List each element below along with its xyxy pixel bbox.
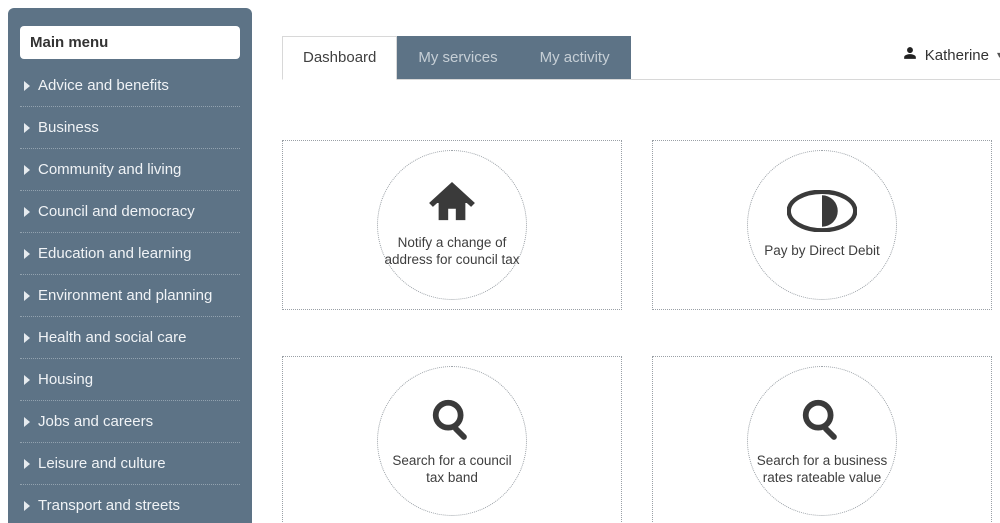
chevron-right-icon — [22, 459, 32, 469]
chevron-right-icon — [22, 501, 32, 511]
sidebar-item-label: Leisure and culture — [38, 455, 166, 472]
sidebar-item-council-and-democracy[interactable]: Council and democracy — [20, 191, 240, 233]
tab-my-activity[interactable]: My activity — [519, 36, 631, 79]
tile-label: Search for a business rates rateable val… — [754, 453, 890, 487]
search-icon — [429, 396, 475, 447]
sidebar-item-label: Housing — [38, 371, 93, 388]
sidebar-item-label: Advice and benefits — [38, 77, 169, 94]
sidebar-item-community-and-living[interactable]: Community and living — [20, 149, 240, 191]
sidebar-item-jobs-and-careers[interactable]: Jobs and careers — [20, 401, 240, 443]
dashboard-tiles: Notify a change of address for council t… — [282, 140, 1000, 523]
chevron-right-icon — [22, 81, 32, 91]
tile-label: Notify a change of address for council t… — [384, 235, 520, 269]
tile-circle: Notify a change of address for council t… — [377, 150, 527, 300]
tab-dashboard[interactable]: Dashboard — [282, 36, 397, 80]
sidebar-item-health-and-social-care[interactable]: Health and social care — [20, 317, 240, 359]
chevron-right-icon — [22, 207, 32, 217]
chevron-right-icon — [22, 333, 32, 343]
sidebar-item-housing[interactable]: Housing — [20, 359, 240, 401]
sidebar-item-leisure-and-culture[interactable]: Leisure and culture — [20, 443, 240, 485]
sidebar: Main menu Advice and benefits Business C… — [8, 8, 252, 523]
sidebar-item-label: Education and learning — [38, 245, 191, 262]
tab-bar: Dashboard My services My activity Kather… — [282, 36, 1000, 80]
sidebar-item-business[interactable]: Business — [20, 107, 240, 149]
tab-my-services[interactable]: My services — [397, 36, 518, 79]
tile-search-business-rates[interactable]: Search for a business rates rateable val… — [652, 356, 992, 523]
chevron-right-icon — [22, 375, 32, 385]
main-menu-heading: Main menu — [20, 26, 240, 59]
user-name: Katherine — [925, 47, 989, 64]
tile-search-council-tax-band[interactable]: Search for a council tax band — [282, 356, 622, 523]
chevron-right-icon — [22, 165, 32, 175]
user-icon — [903, 46, 917, 64]
sidebar-item-label: Transport and streets — [38, 497, 180, 514]
tile-circle: Search for a business rates rateable val… — [747, 366, 897, 516]
sidebar-item-label: Environment and planning — [38, 287, 212, 304]
user-menu[interactable]: Katherine ▾ — [903, 46, 1000, 64]
sidebar-item-education-and-learning[interactable]: Education and learning — [20, 233, 240, 275]
tile-label: Pay by Direct Debit — [764, 243, 880, 260]
search-icon — [799, 396, 845, 447]
chevron-right-icon — [22, 417, 32, 427]
main-content: Dashboard My services My activity Kather… — [252, 0, 1000, 523]
sidebar-item-label: Business — [38, 119, 99, 136]
sidebar-item-label: Health and social care — [38, 329, 186, 346]
direct-debit-icon — [787, 190, 857, 237]
sidebar-item-advice-and-benefits[interactable]: Advice and benefits — [20, 65, 240, 107]
tile-circle: Search for a council tax band — [377, 366, 527, 516]
chevron-right-icon — [22, 249, 32, 259]
tile-label: Search for a council tax band — [384, 453, 520, 487]
sidebar-item-label: Council and democracy — [38, 203, 195, 220]
sidebar-item-label: Community and living — [38, 161, 181, 178]
chevron-right-icon — [22, 291, 32, 301]
sidebar-item-label: Jobs and careers — [38, 413, 153, 430]
sidebar-item-environment-and-planning[interactable]: Environment and planning — [20, 275, 240, 317]
house-icon — [429, 182, 475, 229]
chevron-right-icon — [22, 123, 32, 133]
tile-circle: Pay by Direct Debit — [747, 150, 897, 300]
tile-notify-change-of-address[interactable]: Notify a change of address for council t… — [282, 140, 622, 310]
tile-pay-by-direct-debit[interactable]: Pay by Direct Debit — [652, 140, 992, 310]
sidebar-item-transport-and-streets[interactable]: Transport and streets — [20, 485, 240, 523]
